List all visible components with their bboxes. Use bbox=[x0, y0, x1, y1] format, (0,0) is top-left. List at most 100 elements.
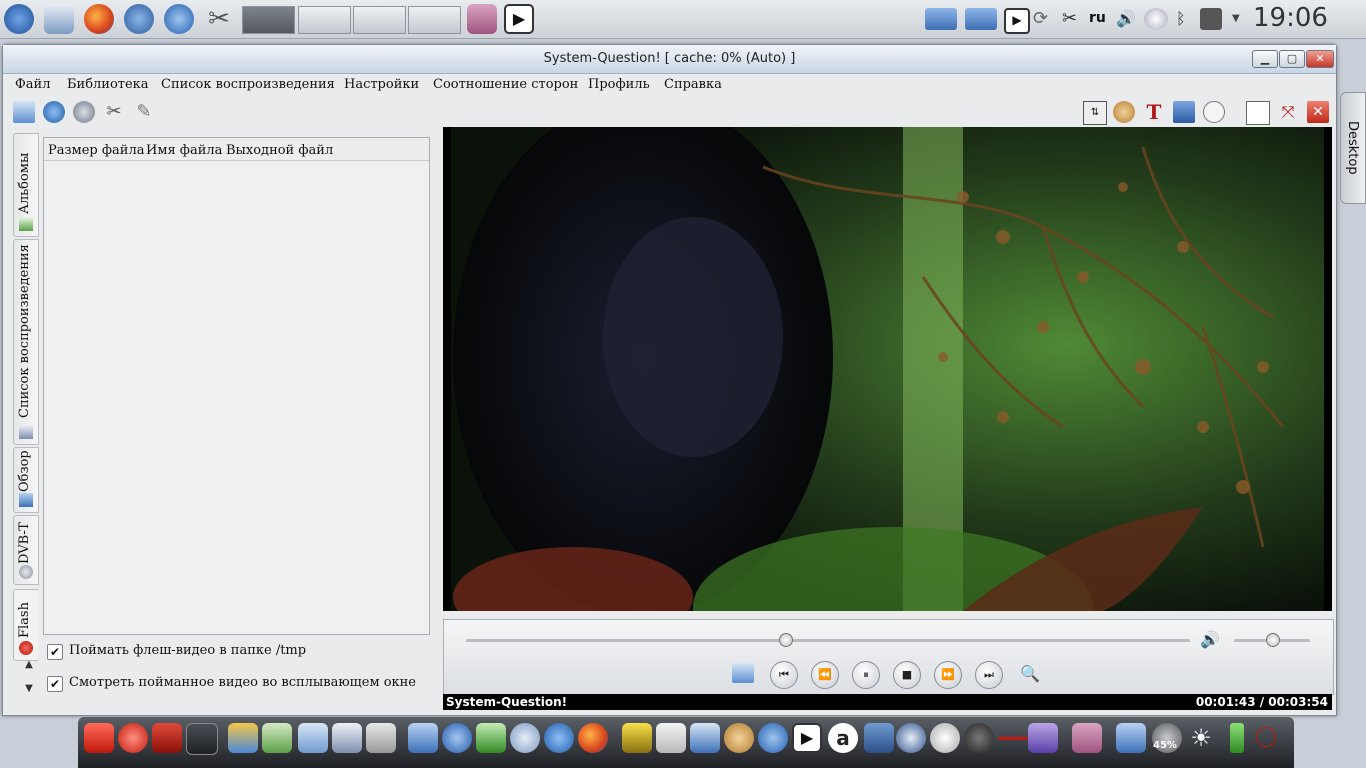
taskbar-tab[interactable] bbox=[298, 6, 351, 34]
close-button[interactable]: ✕ bbox=[1306, 50, 1334, 68]
scissors-icon[interactable]: ✂ bbox=[1062, 8, 1082, 30]
menu-settings[interactable]: Настройки bbox=[344, 77, 419, 92]
menu-help[interactable]: Справка bbox=[664, 77, 722, 92]
desktop-tab[interactable]: Desktop bbox=[1340, 92, 1366, 204]
globe-icon[interactable] bbox=[544, 723, 574, 753]
volume-icon[interactable]: 🔊 bbox=[1200, 630, 1222, 650]
window-switcher-icon[interactable] bbox=[1028, 723, 1058, 753]
settings-tools-icon[interactable]: ✂ bbox=[204, 4, 234, 34]
tools-icon[interactable]: ✂ bbox=[103, 101, 125, 123]
tab-browse[interactable]: Обзор bbox=[13, 447, 39, 513]
open-disc-icon[interactable] bbox=[73, 101, 95, 123]
monitor-icon[interactable] bbox=[186, 723, 218, 755]
logout-icon[interactable] bbox=[84, 723, 114, 753]
dashboard-icon[interactable] bbox=[467, 4, 497, 34]
shutdown-icon[interactable] bbox=[118, 723, 148, 753]
firefox-icon[interactable] bbox=[84, 4, 114, 34]
column-output-file[interactable]: Выходной файл bbox=[226, 143, 333, 158]
fast-forward-button[interactable]: ⏩ bbox=[934, 661, 962, 689]
seek-handle[interactable] bbox=[778, 633, 793, 647]
browser-icon[interactable] bbox=[164, 4, 194, 34]
folder-icon[interactable] bbox=[925, 8, 957, 30]
stop-button[interactable]: ■ bbox=[893, 661, 921, 689]
editor-icon[interactable] bbox=[656, 723, 686, 753]
battery-icon[interactable] bbox=[1230, 723, 1244, 753]
column-file-size[interactable]: Размер файла bbox=[48, 143, 144, 158]
menu-playlist[interactable]: Список воспроизведения bbox=[161, 77, 335, 92]
download-folder-icon[interactable] bbox=[965, 8, 997, 30]
player-dock-icon[interactable]: ▶ bbox=[792, 723, 822, 753]
folder-dock-icon[interactable] bbox=[1116, 723, 1146, 753]
kde-menu-icon[interactable] bbox=[4, 4, 34, 34]
clock-icon[interactable] bbox=[1203, 101, 1225, 123]
rewind-button[interactable]: ⏪ bbox=[811, 661, 839, 689]
menu-library[interactable]: Библиотека bbox=[67, 77, 149, 92]
chevron-down-icon[interactable]: ▼ bbox=[1232, 8, 1242, 30]
taskbar-tab[interactable] bbox=[242, 6, 295, 34]
menu-aspect-ratio[interactable]: Соотношение сторон bbox=[433, 77, 578, 92]
volume-handle[interactable] bbox=[1266, 633, 1280, 647]
audio-icon[interactable] bbox=[896, 723, 926, 753]
previous-track-button[interactable]: ⏮ bbox=[770, 661, 798, 689]
zoom-icon[interactable]: 🔍 bbox=[1020, 664, 1042, 686]
installer-icon[interactable] bbox=[476, 723, 506, 753]
thunderbird-icon[interactable] bbox=[124, 4, 154, 34]
video-frame[interactable] bbox=[443, 127, 1332, 611]
column-file-name[interactable]: Имя файла bbox=[146, 143, 222, 158]
maximize-button[interactable]: ▢ bbox=[1279, 50, 1305, 68]
browser-dock-icon[interactable] bbox=[758, 723, 788, 753]
adjust-video-icon[interactable]: ⇅ bbox=[1083, 101, 1107, 125]
volume-tray-icon[interactable]: 🔊 bbox=[1116, 8, 1138, 30]
speaker-icon[interactable] bbox=[964, 723, 994, 753]
tab-playlist[interactable]: Список воспроизведения bbox=[13, 239, 39, 445]
download-icon[interactable] bbox=[408, 723, 438, 753]
clock[interactable]: 19:06 bbox=[1253, 3, 1328, 33]
palette-icon[interactable] bbox=[1113, 101, 1135, 123]
messenger-icon[interactable] bbox=[510, 723, 540, 753]
tab-dvb-t[interactable]: DVB-T bbox=[13, 515, 39, 585]
amarok-icon[interactable]: a bbox=[828, 723, 858, 753]
bluetooth-icon[interactable]: ᛒ bbox=[1176, 8, 1192, 30]
mail-icon[interactable] bbox=[298, 723, 328, 753]
edit-icon[interactable]: ✎ bbox=[133, 101, 155, 123]
minimize-button[interactable]: ▁ bbox=[1252, 50, 1278, 68]
terminal-icon[interactable] bbox=[864, 723, 894, 753]
usb-icon[interactable] bbox=[1144, 8, 1168, 30]
pause-button[interactable]: ⏸ bbox=[852, 661, 880, 689]
chevron-down-icon[interactable]: ▼ bbox=[21, 683, 37, 697]
app-icon[interactable] bbox=[228, 723, 258, 753]
files-icon[interactable] bbox=[44, 4, 74, 34]
dashboard-dock-icon[interactable] bbox=[1072, 723, 1102, 753]
open-file-icon[interactable] bbox=[13, 101, 35, 123]
calculator-icon[interactable] bbox=[366, 723, 396, 753]
android-icon[interactable] bbox=[1200, 8, 1222, 30]
tab-albums[interactable]: Альбомы bbox=[13, 133, 39, 237]
player-icon[interactable]: ▶ bbox=[504, 4, 534, 34]
menu-profile[interactable]: Профиль bbox=[588, 77, 650, 92]
help-icon[interactable] bbox=[1256, 727, 1276, 747]
chevron-up-icon[interactable]: ▲ bbox=[21, 659, 37, 673]
taskbar-tab[interactable] bbox=[353, 6, 406, 34]
screenshot-icon[interactable] bbox=[1173, 101, 1195, 123]
trash-icon[interactable] bbox=[152, 723, 182, 753]
disk-icon[interactable] bbox=[930, 723, 960, 753]
next-track-button[interactable]: ⏭ bbox=[975, 661, 1003, 689]
media-icon[interactable] bbox=[622, 723, 652, 753]
menu-file[interactable]: Файл bbox=[15, 77, 50, 92]
brightness-icon[interactable]: ☀ bbox=[1186, 723, 1216, 753]
open-url-icon[interactable] bbox=[43, 101, 65, 123]
firefox-dock-icon[interactable] bbox=[578, 723, 608, 753]
catch-flash-checkbox[interactable]: ✔ bbox=[47, 644, 63, 660]
title-bar[interactable]: System-Question! [ cache: 0% (Auto) ] ▁ … bbox=[3, 45, 1336, 74]
popup-watch-checkbox[interactable]: ✔ bbox=[47, 676, 63, 692]
tab-flash[interactable]: Flash bbox=[13, 589, 38, 661]
keyboard-layout[interactable]: ru bbox=[1089, 10, 1106, 26]
taskbar-tab[interactable] bbox=[408, 6, 461, 34]
sync-icon[interactable]: ⟳ bbox=[1033, 8, 1055, 30]
seek-bar[interactable] bbox=[466, 639, 1190, 642]
fullscreen-icon[interactable]: ⤧ bbox=[1277, 101, 1299, 123]
remote-desktop-icon[interactable] bbox=[690, 723, 720, 753]
flash-capture-list[interactable]: Размер файла Имя файла Выходной файл bbox=[43, 137, 430, 635]
player-tray-icon[interactable]: ▶ bbox=[1004, 8, 1030, 34]
computer-icon[interactable] bbox=[332, 723, 362, 753]
